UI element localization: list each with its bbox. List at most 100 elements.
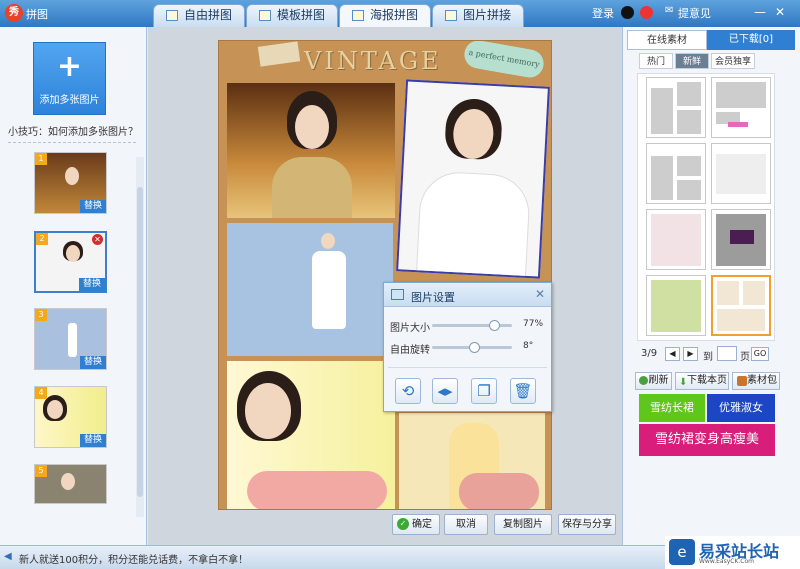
next-page-button[interactable]: ▶ [683,347,698,361]
poster-collage-icon [352,10,364,21]
divider [8,142,136,143]
thumbnail-5[interactable]: 5 [34,464,107,504]
replace-button[interactable]: 替换 [79,278,105,291]
template-item[interactable] [646,209,706,270]
minimize-button[interactable]: — [752,4,768,20]
material-pack-button[interactable]: 素材包 [732,372,780,390]
poster-photo-1[interactable] [227,83,395,218]
template-item[interactable] [711,77,771,138]
feedback-icon: ✉ [665,5,674,16]
go-button[interactable]: GO [751,347,769,361]
tab-downloaded[interactable]: 已下载[0] [707,30,795,50]
close-button[interactable]: ✕ [772,4,788,20]
refresh-button[interactable]: 刷新 [635,372,672,390]
prev-page-button[interactable]: ◀ [665,347,680,361]
dialog-title: 图片设置 [411,291,455,304]
image-stitch-icon [445,10,457,21]
image-icon [391,289,404,300]
ad-chiffon-slim[interactable]: 雪纺裙变身高瘦美 [639,424,775,456]
save-share-button[interactable]: 保存与分享 [558,514,616,535]
subtab-new[interactable]: 新鲜 [675,53,709,69]
copy-layer-icon[interactable]: ❐ [471,378,497,404]
qq-icon[interactable] [621,6,634,19]
thumbnail-number: 5 [35,465,47,477]
left-panel: + 添加多张图片 小技巧：如何添加多张图片？ 1 替换 2 ✕ 替换 3 替换 … [0,27,147,545]
ad-chiffon-dress[interactable]: 雪纺长裙 [639,394,705,422]
refresh-icon [639,376,648,385]
rotate-slider-knob[interactable] [469,342,481,353]
status-text[interactable]: 新人就送100积分，积分还能兑话费，不拿白不拿！ [19,551,248,566]
copy-image-button[interactable]: 复制图片 [494,514,552,535]
thumbnail-1[interactable]: 1 替换 [34,152,107,214]
rotate-slider[interactable] [432,342,512,353]
tip-link[interactable]: 小技巧：如何添加多张图片？ [8,123,138,138]
template-item-selected[interactable] [711,275,771,336]
page-input[interactable] [717,346,737,361]
tab-image-stitch[interactable]: 图片拼接 [432,4,524,27]
poster-photo-2-selected[interactable] [396,79,550,279]
app-title: 拼图 [26,8,48,21]
app-logo-icon: 秀 [5,4,23,22]
size-slider-knob[interactable] [488,320,500,331]
tab-label: 海报拼图 [370,8,419,22]
size-label: 图片大小 [390,323,430,334]
thumbnail-number: 1 [35,153,47,165]
tab-template-collage[interactable]: 模板拼图 [246,4,338,27]
check-icon: ✓ [397,518,409,530]
download-icon: ⬇ [679,377,688,388]
subtab-hot[interactable]: 热门 [639,53,673,69]
subtab-member[interactable]: 会员独享 [711,53,755,69]
page-unit-label: 页 [740,352,750,363]
template-item[interactable] [646,143,706,204]
scrollbar-thumb[interactable] [137,187,143,497]
rotate-icon[interactable]: ⟲ [395,378,421,404]
weibo-icon[interactable] [640,6,653,19]
template-item[interactable] [711,143,771,204]
poster-photo-3[interactable] [227,223,393,356]
tab-online-material[interactable]: 在线素材 [627,30,707,50]
goto-label: 到 [703,352,713,363]
template-item[interactable] [711,209,771,270]
watermark-url: Www.EasyCK.Com [699,558,754,565]
size-slider[interactable] [432,320,512,331]
poster-photo-5[interactable] [399,413,545,509]
close-icon[interactable]: ✕ [535,287,545,301]
tab-poster-collage[interactable]: 海报拼图 [339,4,431,28]
template-collage-icon [259,10,271,21]
download-page-label: 下载本页 [687,375,727,386]
ad-elegant-lady[interactable]: 优雅淑女 [707,394,775,422]
poster-title: VINTAGE [304,47,442,75]
page-indicator: 3/9 [641,348,658,359]
thumbnail-4[interactable]: 4 替换 [34,386,107,448]
package-icon [737,376,747,386]
thumbnail-scrollbar[interactable] [136,157,144,517]
thumbnail-3[interactable]: 3 替换 [34,308,107,370]
download-page-button[interactable]: ⬇ 下载本页 [675,372,729,390]
template-item[interactable] [646,77,706,138]
replace-button[interactable]: 替换 [80,200,106,213]
cancel-button[interactable]: 取消 [444,514,488,535]
confirm-button[interactable]: ✓ 确定 [392,514,440,535]
delete-icon[interactable]: ✕ [92,234,103,245]
feedback-link[interactable]: 提意见 [678,5,711,21]
tab-free-collage[interactable]: 自由拼图 [153,4,245,27]
thumbnail-2[interactable]: 2 ✕ 替换 [34,231,107,293]
tab-label: 模板拼图 [277,8,326,22]
rotate-value: 8° [523,341,534,351]
replace-button[interactable]: 替换 [80,434,106,447]
delete-icon[interactable]: 🗑 [510,378,536,404]
dialog-header[interactable]: 图片设置 ✕ [384,283,551,307]
add-images-button[interactable]: + 添加多张图片 [33,42,106,115]
rotate-label: 自由旋转 [390,345,430,356]
login-link[interactable]: 登录 [592,5,614,21]
replace-button[interactable]: 替换 [80,356,106,369]
refresh-label: 刷新 [648,375,669,386]
flip-horizontal-icon[interactable]: ◂▸ [432,378,458,404]
poster-photo-4[interactable] [227,361,395,509]
watermark-icon: e [669,539,695,565]
divider [388,367,547,368]
template-item[interactable] [646,275,706,336]
size-value: 77% [523,319,544,329]
poster-canvas[interactable]: a perfect memory [218,40,552,510]
add-images-label: 添加多张图片 [39,95,100,106]
